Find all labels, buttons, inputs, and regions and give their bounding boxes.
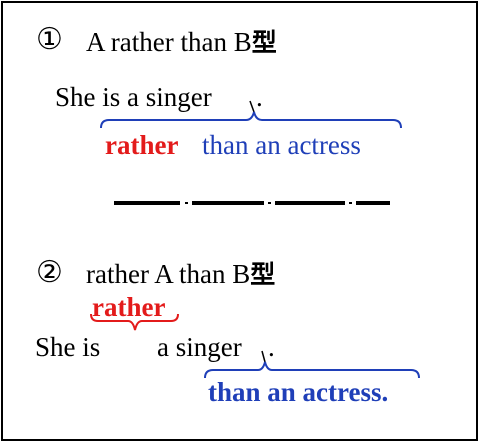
diagram-decorations bbox=[90, 100, 420, 379]
section2-insertion-tick bbox=[261, 350, 266, 363]
section1-insertion-tick bbox=[249, 100, 255, 113]
separator-line bbox=[114, 201, 390, 205]
section2-rather-brace bbox=[90, 313, 179, 331]
section1-brace bbox=[100, 111, 402, 129]
section2-brace bbox=[204, 361, 420, 379]
